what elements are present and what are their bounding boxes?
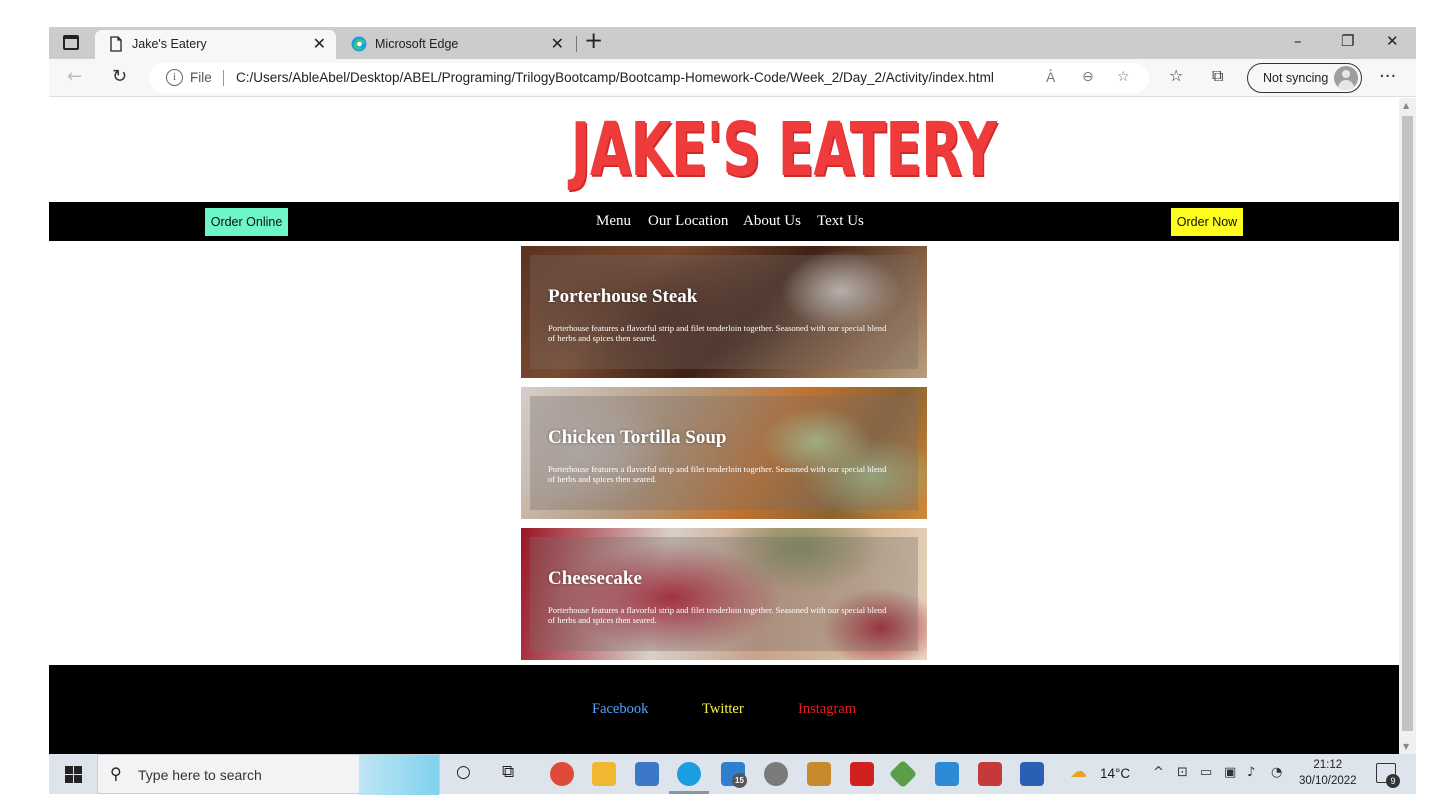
display-icon[interactable]: ▣ <box>1224 765 1236 780</box>
tray-chevron-icon[interactable]: ^ <box>1153 765 1164 780</box>
tab-title: Microsoft Edge <box>375 37 459 51</box>
notification-count: 9 <box>1386 774 1400 788</box>
page-scrollbar[interactable]: ▲ ▼ <box>1399 98 1416 754</box>
address-bar[interactable]: i File C:/Users/AbleAbel/Desktop/ABEL/Pr… <box>149 63 1149 93</box>
refresh-icon[interactable]: ↻ <box>112 66 127 87</box>
battery-icon[interactable]: ▭ <box>1200 765 1212 780</box>
vscode-icon[interactable] <box>935 762 959 786</box>
read-aloud-icon[interactable]: A͐ <box>1046 69 1055 86</box>
volume-icon[interactable]: ♪ <box>1247 765 1255 780</box>
weather-temp[interactable]: 14°C <box>1100 766 1130 781</box>
weather-icon[interactable]: ☁ <box>1070 762 1087 782</box>
restore-icon[interactable]: ❐ <box>1341 32 1354 50</box>
scrollbar-thumb[interactable] <box>1402 116 1413 731</box>
tray-app-icon[interactable]: ⊡ <box>1177 765 1188 780</box>
scroll-up-icon[interactable]: ▲ <box>1403 101 1409 110</box>
info-icon[interactable]: i <box>166 69 183 86</box>
taskbar-search[interactable]: ⚲ Type here to search <box>97 754 440 795</box>
menu-card-cheesecake: Cheesecake Porterhouse features a flavor… <box>521 528 927 660</box>
card-title: Cheesecake <box>548 568 642 589</box>
obs-icon[interactable] <box>764 762 788 786</box>
tab-title: Jake's Eatery <box>132 37 207 51</box>
card-overlay <box>530 255 918 369</box>
browser-toolbar: ← ↻ i File C:/Users/AbleAbel/Desktop/ABE… <box>49 59 1416 97</box>
search-placeholder: Type here to search <box>138 767 262 783</box>
card-description: Porterhouse features a flavorful strip a… <box>548 323 887 343</box>
minimize-icon[interactable]: – <box>1294 32 1302 50</box>
new-tab-icon[interactable]: + <box>584 28 603 54</box>
tab-actions-icon[interactable] <box>63 35 79 50</box>
favorite-add-icon[interactable]: ☆ <box>1117 69 1130 85</box>
wifi-icon[interactable]: ◔ <box>1271 765 1282 780</box>
web-page: JAKE'S EATERY Order Online Menu Our Loca… <box>49 98 1399 754</box>
avatar-icon <box>1334 66 1358 90</box>
chrome-icon[interactable] <box>550 762 574 786</box>
media-player-icon[interactable] <box>807 762 831 786</box>
acrobat-icon[interactable] <box>850 762 874 786</box>
collections-icon[interactable]: ⧉ <box>1212 66 1223 86</box>
windows-taskbar: ⚲ Type here to search ○ ⧉ 15 ☁ 14°C ^ ⊡ … <box>49 754 1416 795</box>
system-clock[interactable]: 21:12 30/10/2022 <box>1299 757 1357 789</box>
profile-sync-button[interactable]: Not syncing <box>1247 63 1362 93</box>
mail-badge: 15 <box>732 773 747 788</box>
order-online-button[interactable]: Order Online <box>205 208 288 236</box>
back-icon[interactable]: ← <box>67 66 82 87</box>
sync-label: Not syncing <box>1263 71 1329 85</box>
favorites-icon[interactable]: ☆ <box>1169 66 1183 85</box>
close-window-icon[interactable]: ✕ <box>1386 32 1399 50</box>
file-explorer-icon[interactable] <box>592 762 616 786</box>
menu-card-chicken-tortilla-soup: Chicken Tortilla Soup Porterhouse featur… <box>521 387 927 519</box>
task-view-icon[interactable]: ⧉ <box>502 762 514 782</box>
close-tab-icon[interactable]: ✕ <box>313 34 326 54</box>
nav-link-menu[interactable]: Menu <box>596 213 631 230</box>
site-logo: JAKE'S EATERY <box>570 107 997 193</box>
git-icon[interactable] <box>888 759 918 789</box>
order-now-button[interactable]: Order Now <box>1171 208 1243 236</box>
more-icon[interactable]: ··· <box>1379 66 1396 87</box>
card-description: Porterhouse features a flavorful strip a… <box>548 605 887 625</box>
footer-link-facebook[interactable]: Facebook <box>592 701 648 718</box>
screen: Jake's Eatery ✕ Microsoft Edge ✕ + – ❐ ✕… <box>0 0 1443 807</box>
paint-icon[interactable] <box>978 762 1002 786</box>
search-icon: ⚲ <box>110 766 122 783</box>
active-app-indicator <box>669 791 709 794</box>
clock-date: 30/10/2022 <box>1299 775 1357 787</box>
store-icon[interactable] <box>635 762 659 786</box>
windows-start-icon[interactable] <box>65 766 82 783</box>
browser-window: Jake's Eatery ✕ Microsoft Edge ✕ + – ❐ ✕… <box>49 27 1416 794</box>
page-icon <box>110 36 122 52</box>
card-title: Porterhouse Steak <box>548 286 698 307</box>
nav-link-text-us[interactable]: Text Us <box>817 213 864 230</box>
scroll-down-icon[interactable]: ▼ <box>1403 742 1409 751</box>
site-navbar: Order Online Menu Our Location About Us … <box>49 202 1399 241</box>
footer-link-twitter[interactable]: Twitter <box>702 701 744 718</box>
site-footer: Facebook Twitter Instagram <box>49 665 1399 754</box>
zoom-icon[interactable]: ⊖ <box>1082 69 1094 85</box>
edge-taskbar-icon[interactable] <box>677 762 701 786</box>
menu-card-porterhouse-steak: Porterhouse Steak Porterhouse features a… <box>521 246 927 378</box>
word-icon[interactable] <box>1020 762 1044 786</box>
tab-divider <box>576 36 577 52</box>
address-prefix: File <box>190 70 212 85</box>
edge-icon <box>351 36 367 52</box>
card-title: Chicken Tortilla Soup <box>548 427 727 448</box>
tab-microsoft-edge[interactable]: Microsoft Edge ✕ <box>338 30 574 59</box>
tab-strip: Jake's Eatery ✕ Microsoft Edge ✕ + – ❐ ✕ <box>49 27 1416 59</box>
clock-time: 21:12 <box>1313 759 1343 771</box>
search-highlight-art <box>359 755 439 795</box>
card-overlay <box>530 396 918 510</box>
nav-link-our-location[interactable]: Our Location <box>648 213 728 230</box>
footer-link-instagram[interactable]: Instagram <box>798 701 856 718</box>
card-overlay <box>530 537 918 651</box>
address-divider <box>223 70 224 86</box>
tab-jakes-eatery[interactable]: Jake's Eatery ✕ <box>95 30 336 59</box>
card-description: Porterhouse features a flavorful strip a… <box>548 464 887 484</box>
nav-link-about-us[interactable]: About Us <box>743 213 801 230</box>
address-url[interactable]: C:/Users/AbleAbel/Desktop/ABEL/Programin… <box>236 70 994 85</box>
cortana-icon[interactable]: ○ <box>456 762 471 782</box>
close-tab-icon[interactable]: ✕ <box>551 34 564 54</box>
